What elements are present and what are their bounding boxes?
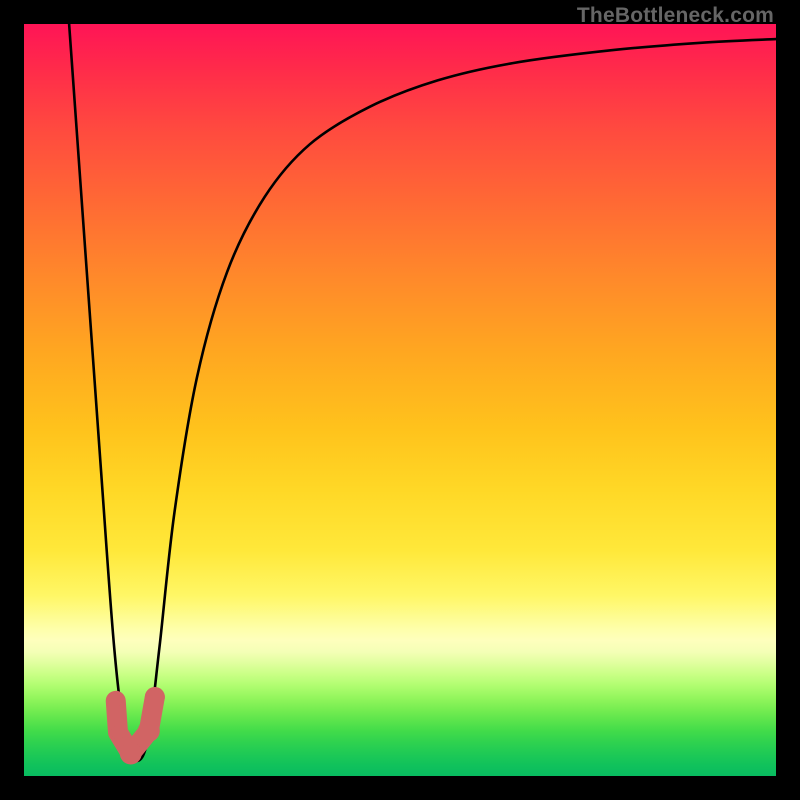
j-marker-mid-dot [111,725,125,739]
page-frame: TheBottleneck.com [0,0,800,800]
j-marker-base-blob [120,742,142,764]
plot-area [24,24,776,776]
j-marker-top-dot [110,695,122,707]
j-marker-hook-blob [138,720,160,742]
j-marker-tip-blob [145,687,165,707]
attribution-label: TheBottleneck.com [577,4,774,28]
j-marker-group [110,687,165,764]
curves-svg [24,24,776,776]
bottleneck-curve [69,24,776,761]
